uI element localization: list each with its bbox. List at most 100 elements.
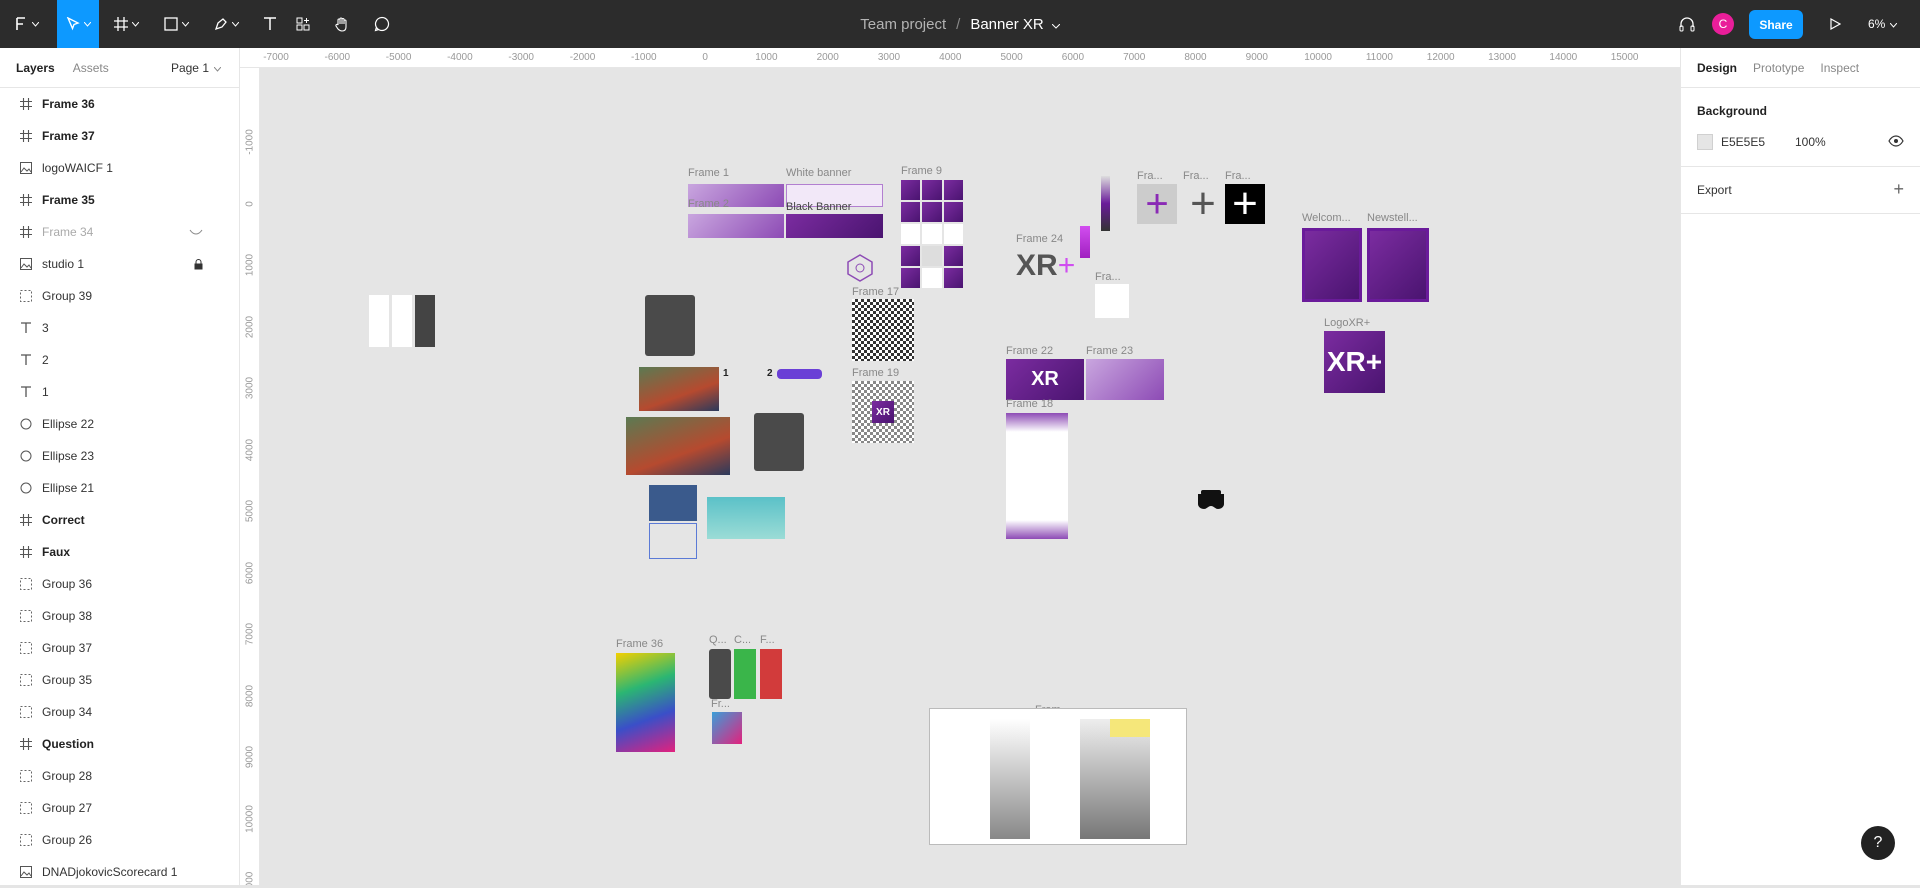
frame-label[interactable]: Frame 1 xyxy=(688,167,729,179)
layer-item[interactable]: 3 xyxy=(0,312,239,344)
layer-item[interactable]: Group 39 xyxy=(0,280,239,312)
page-selector[interactable]: Page 1 xyxy=(171,48,222,88)
layer-item[interactable]: Frame 34 xyxy=(0,216,239,248)
frame-label[interactable]: Frame 17 xyxy=(852,286,899,298)
logo-xr-plus[interactable]: XR+ xyxy=(1324,331,1385,393)
frame-label[interactable]: Frame 19 xyxy=(852,367,899,379)
layer-item[interactable]: Ellipse 22 xyxy=(0,408,239,440)
score-card[interactable] xyxy=(645,295,695,356)
laptop-frame[interactable] xyxy=(1095,284,1129,318)
tennis-photo[interactable] xyxy=(639,367,719,411)
layer-item[interactable]: Group 36 xyxy=(0,568,239,600)
cross-frame-3[interactable]: + xyxy=(1225,179,1265,228)
frame-label[interactable]: Frame 24 xyxy=(1016,233,1063,245)
shape-tool-button[interactable] xyxy=(156,0,196,48)
qr-code-frame-19[interactable]: XR xyxy=(852,381,914,443)
layer-item[interactable]: Faux xyxy=(0,536,239,568)
layer-item[interactable]: DNADjokovicScorecard 1 xyxy=(0,856,239,888)
frame-label[interactable]: Frame 36 xyxy=(616,638,663,650)
layer-item[interactable]: Group 26 xyxy=(0,824,239,856)
tab-inspect[interactable]: Inspect xyxy=(1820,61,1859,75)
frame-label[interactable]: Frame 23 xyxy=(1086,345,1133,357)
layer-item[interactable]: studio 1 xyxy=(0,248,239,280)
frame-label[interactable]: Frame 22 xyxy=(1006,345,1053,357)
stats-card[interactable] xyxy=(707,497,785,539)
share-button[interactable]: Share xyxy=(1749,10,1803,39)
layer-item[interactable]: Group 28 xyxy=(0,760,239,792)
zoom-control[interactable]: 6% xyxy=(1868,0,1898,48)
move-tool-button[interactable] xyxy=(57,0,99,48)
layer-item[interactable]: Group 34 xyxy=(0,696,239,728)
app-screenshot-frame[interactable] xyxy=(929,708,1187,845)
background-opacity-input[interactable]: 100% xyxy=(1795,135,1826,149)
number-label[interactable]: 1 xyxy=(723,368,743,382)
frame-label[interactable]: White banner xyxy=(786,167,851,179)
chevron-down-icon[interactable] xyxy=(1051,16,1061,33)
question-frame[interactable] xyxy=(709,649,731,699)
frame-label[interactable]: Newstell... xyxy=(1367,212,1418,224)
lock-icon[interactable] xyxy=(194,248,203,280)
layer-item[interactable]: logoWAICF 1 xyxy=(0,152,239,184)
text-tool-button[interactable] xyxy=(252,0,288,48)
frame-tool-button[interactable] xyxy=(106,0,146,48)
score-card[interactable] xyxy=(754,413,804,471)
frame-label[interactable]: Fra... xyxy=(1095,271,1121,283)
help-button[interactable]: ? xyxy=(1861,826,1895,860)
frame-2[interactable] xyxy=(688,214,784,238)
layer-item[interactable]: Frame 37 xyxy=(0,120,239,152)
file-name[interactable]: Banner XR xyxy=(970,16,1043,33)
avatar[interactable]: C xyxy=(1712,13,1734,35)
color-swatches[interactable] xyxy=(1080,226,1090,258)
main-menu-button[interactable] xyxy=(8,0,44,48)
frame-label[interactable]: Fr... xyxy=(711,698,730,710)
layer-item[interactable]: Correct xyxy=(0,504,239,536)
layer-item[interactable]: Question xyxy=(0,728,239,760)
layer-item[interactable]: Group 37 xyxy=(0,632,239,664)
layer-item[interactable]: Frame 36 xyxy=(0,88,239,120)
team-name[interactable]: Team project xyxy=(860,16,946,33)
frame-label[interactable]: Fra... xyxy=(1137,170,1163,182)
background-color-swatch[interactable] xyxy=(1697,134,1713,150)
atom-icon[interactable] xyxy=(844,252,876,284)
stadium-photo[interactable] xyxy=(626,417,730,475)
color-bar[interactable] xyxy=(1101,176,1110,231)
layer-item[interactable]: 1 xyxy=(0,376,239,408)
frame-label[interactable]: Frame 18 xyxy=(1006,398,1053,410)
frame-label[interactable]: Q... xyxy=(709,634,727,646)
frame-label[interactable]: Frame 9 xyxy=(901,165,942,177)
player-photo[interactable] xyxy=(649,485,697,521)
frame-23[interactable] xyxy=(1086,359,1164,400)
add-export-icon[interactable]: + xyxy=(1893,179,1904,200)
eye-icon[interactable] xyxy=(1888,134,1904,150)
black-banner[interactable] xyxy=(786,214,883,238)
frame-label[interactable]: Black Banner xyxy=(786,201,851,213)
audio-button[interactable] xyxy=(1672,0,1702,48)
qr-code-frame-17[interactable] xyxy=(852,299,914,361)
layer-item[interactable]: Ellipse 23 xyxy=(0,440,239,472)
cross-frame-2[interactable]: + xyxy=(1183,179,1223,228)
frame-label[interactable]: Welcom... xyxy=(1302,212,1351,224)
layer-item[interactable]: Frame 35 xyxy=(0,184,239,216)
frame-37[interactable] xyxy=(712,712,742,744)
resources-tool-button[interactable] xyxy=(285,0,321,48)
tab-layers[interactable]: Layers xyxy=(16,61,55,75)
design-canvas[interactable]: Frame 1 Frame 2 White banner Black Banne… xyxy=(261,68,1680,885)
country-tag[interactable] xyxy=(777,369,822,379)
frame-24[interactable]: XR + xyxy=(1016,246,1078,286)
frame-label[interactable]: Frame 2 xyxy=(688,198,729,210)
frame-22[interactable]: XR xyxy=(1006,359,1084,400)
layer-item[interactable]: Group 27 xyxy=(0,792,239,824)
frame-36[interactable] xyxy=(616,653,675,752)
frame-label[interactable]: F... xyxy=(760,634,775,646)
tab-design[interactable]: Design xyxy=(1697,61,1737,75)
tab-assets[interactable]: Assets xyxy=(73,61,109,75)
layer-item[interactable]: Ellipse 21 xyxy=(0,472,239,504)
cross-frame-1[interactable]: + xyxy=(1137,182,1177,226)
hand-tool-button[interactable] xyxy=(324,0,360,48)
vr-headset-icon[interactable] xyxy=(1195,488,1227,510)
pen-tool-button[interactable] xyxy=(206,0,246,48)
welcome-frame[interactable] xyxy=(1302,228,1362,302)
group-39[interactable] xyxy=(369,295,435,347)
correct-frame[interactable] xyxy=(734,649,756,699)
layer-item[interactable]: 2 xyxy=(0,344,239,376)
